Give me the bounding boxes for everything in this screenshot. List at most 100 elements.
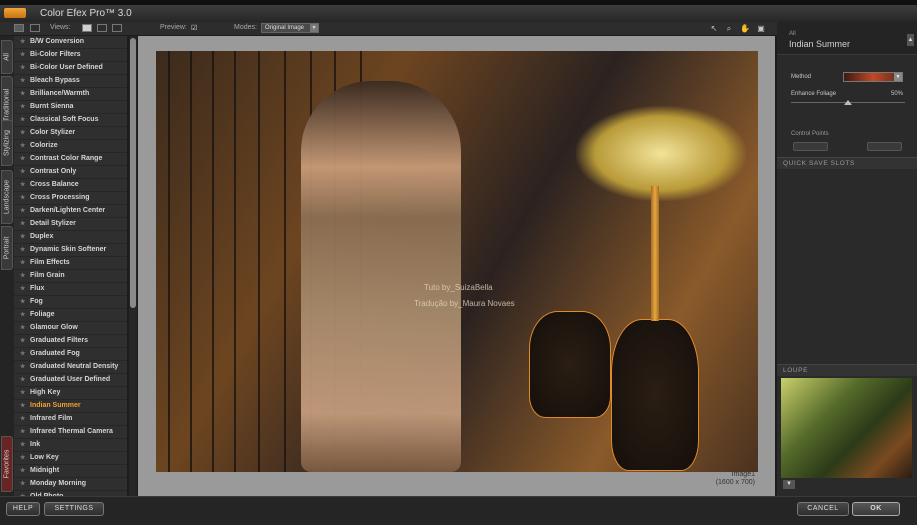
filter-item[interactable]: ★ Ink xyxy=(14,439,127,452)
help-button[interactable]: HELP xyxy=(6,502,40,516)
layout-single-button[interactable] xyxy=(14,24,24,32)
favorite-star-icon[interactable]: ★ xyxy=(20,62,25,74)
favorite-star-icon[interactable]: ★ xyxy=(20,127,25,139)
favorite-star-icon[interactable]: ★ xyxy=(20,179,25,191)
favorite-star-icon[interactable]: ★ xyxy=(20,36,25,48)
favorite-star-icon[interactable]: ★ xyxy=(20,283,25,295)
filter-item[interactable]: ★ Film Grain xyxy=(14,270,127,283)
filter-item[interactable]: ★ Indian Summer xyxy=(14,400,127,413)
favorite-star-icon[interactable]: ★ xyxy=(20,270,25,282)
filter-item[interactable]: ★ Bi-Color User Defined xyxy=(14,62,127,75)
view-side-button[interactable] xyxy=(112,24,122,32)
filter-item[interactable]: ★ Infrared Thermal Camera xyxy=(14,426,127,439)
favorite-star-icon[interactable]: ★ xyxy=(20,101,25,113)
favorite-star-icon[interactable]: ★ xyxy=(20,335,25,347)
favorite-star-icon[interactable]: ★ xyxy=(20,75,25,87)
tab-stylizing[interactable]: Stylizing xyxy=(1,120,13,166)
filter-item[interactable]: ★ Foliage xyxy=(14,309,127,322)
filter-item[interactable]: ★ Bi-Color Filters xyxy=(14,49,127,62)
filter-item[interactable]: ★ Graduated Neutral Density xyxy=(14,361,127,374)
filter-item[interactable]: ★ Colorize xyxy=(14,140,127,153)
favorite-star-icon[interactable]: ★ xyxy=(20,465,25,477)
filter-item[interactable]: ★ Color Stylizer xyxy=(14,127,127,140)
favorite-star-icon[interactable]: ★ xyxy=(20,88,25,100)
favorite-star-icon[interactable]: ★ xyxy=(20,348,25,360)
zoom-tool-icon[interactable]: ⌕ xyxy=(724,24,734,33)
favorite-star-icon[interactable]: ★ xyxy=(20,166,25,178)
favorite-star-icon[interactable]: ★ xyxy=(20,244,25,256)
filter-item[interactable]: ★ Brilliance/Warmth xyxy=(14,88,127,101)
filter-item[interactable]: ★ Burnt Sienna xyxy=(14,101,127,114)
favorite-star-icon[interactable]: ★ xyxy=(20,192,25,204)
favorite-star-icon[interactable]: ★ xyxy=(20,374,25,386)
favorite-star-icon[interactable]: ★ xyxy=(20,257,25,269)
view-split-button[interactable] xyxy=(97,24,107,32)
filter-item[interactable]: ★ Film Effects xyxy=(14,257,127,270)
favorite-star-icon[interactable]: ★ xyxy=(20,153,25,165)
favorite-star-icon[interactable]: ★ xyxy=(20,413,25,425)
filter-item[interactable]: ★ Cross Balance xyxy=(14,179,127,192)
favorite-star-icon[interactable]: ★ xyxy=(20,49,25,61)
ok-button[interactable]: OK xyxy=(852,502,900,516)
favorite-star-icon[interactable]: ★ xyxy=(20,452,25,464)
tab-favorites[interactable]: Favorites xyxy=(1,436,13,492)
settings-button[interactable]: SETTINGS xyxy=(44,502,104,516)
favorite-star-icon[interactable]: ★ xyxy=(20,205,25,217)
filter-item[interactable]: ★ High Key xyxy=(14,387,127,400)
filter-item[interactable]: ★ Graduated Filters xyxy=(14,335,127,348)
loupe-view[interactable] xyxy=(781,378,912,478)
add-control-point-button[interactable] xyxy=(793,142,828,151)
loupe-pin-icon[interactable]: ▼ xyxy=(783,480,795,489)
favorite-star-icon[interactable]: ★ xyxy=(20,140,25,152)
preview-checkbox[interactable]: ☑ xyxy=(191,24,197,32)
filter-item[interactable]: ★ Glamour Glow xyxy=(14,322,127,335)
filter-item[interactable]: ★ Graduated User Defined xyxy=(14,374,127,387)
tab-landscape[interactable]: Landscape xyxy=(1,170,13,224)
filter-item[interactable]: ★ Fog xyxy=(14,296,127,309)
filter-item[interactable]: ★ B/W Conversion xyxy=(14,36,127,49)
filter-item[interactable]: ★ Low Key xyxy=(14,452,127,465)
tab-all[interactable]: All xyxy=(1,40,13,74)
slider-handle[interactable] xyxy=(844,100,852,105)
filter-item[interactable]: ★ Classical Soft Focus xyxy=(14,114,127,127)
fit-tool-icon[interactable]: ▣ xyxy=(756,24,766,33)
pointer-tool-icon[interactable]: ↖ xyxy=(709,24,719,33)
cancel-button[interactable]: CANCEL xyxy=(797,502,849,516)
collapse-icon[interactable]: ▲ xyxy=(907,34,914,46)
filter-item[interactable]: ★ Darken/Lighten Center xyxy=(14,205,127,218)
filter-item[interactable]: ★ Flux xyxy=(14,283,127,296)
scrollbar-thumb[interactable] xyxy=(130,38,136,308)
filter-item[interactable]: ★ Dynamic Skin Softener xyxy=(14,244,127,257)
filter-item[interactable]: ★ Contrast Color Range xyxy=(14,153,127,166)
favorite-star-icon[interactable]: ★ xyxy=(20,296,25,308)
filter-item[interactable]: ★ Monday Morning xyxy=(14,478,127,491)
favorite-star-icon[interactable]: ★ xyxy=(20,309,25,321)
favorite-star-icon[interactable]: ★ xyxy=(20,231,25,243)
filter-item[interactable]: ★ Contrast Only xyxy=(14,166,127,179)
filter-list-scrollbar[interactable] xyxy=(129,36,137,496)
layout-split-button[interactable] xyxy=(30,24,40,32)
favorite-star-icon[interactable]: ★ xyxy=(20,114,25,126)
favorite-star-icon[interactable]: ★ xyxy=(20,439,25,451)
method-select[interactable]: ▼ xyxy=(843,72,903,82)
filter-item[interactable]: ★ Detail Stylizer xyxy=(14,218,127,231)
filter-item[interactable]: ★ Duplex xyxy=(14,231,127,244)
filter-item[interactable]: ★ Midnight xyxy=(14,465,127,478)
favorite-star-icon[interactable]: ★ xyxy=(20,400,25,412)
loupe-header[interactable]: LOUPE xyxy=(777,364,917,376)
modes-select[interactable]: Original Image ▼ xyxy=(261,23,319,33)
favorite-star-icon[interactable]: ★ xyxy=(20,322,25,334)
favorite-star-icon[interactable]: ★ xyxy=(20,361,25,373)
tab-portrait[interactable]: Portrait xyxy=(1,226,13,270)
filter-item[interactable]: ★ Cross Processing xyxy=(14,192,127,205)
filter-item[interactable]: ★ Infrared Film xyxy=(14,413,127,426)
view-single-button[interactable] xyxy=(82,24,92,32)
filter-item[interactable]: ★ Graduated Fog xyxy=(14,348,127,361)
preview-image[interactable]: Tuto by_SuizaBella Tradução by_Maura Nov… xyxy=(156,51,758,472)
favorite-star-icon[interactable]: ★ xyxy=(20,426,25,438)
filter-item[interactable]: ★ Bleach Bypass xyxy=(14,75,127,88)
remove-control-point-button[interactable] xyxy=(867,142,902,151)
favorite-star-icon[interactable]: ★ xyxy=(20,218,25,230)
favorite-star-icon[interactable]: ★ xyxy=(20,478,25,490)
quick-save-slots-header[interactable]: QUICK SAVE SLOTS xyxy=(777,157,917,169)
